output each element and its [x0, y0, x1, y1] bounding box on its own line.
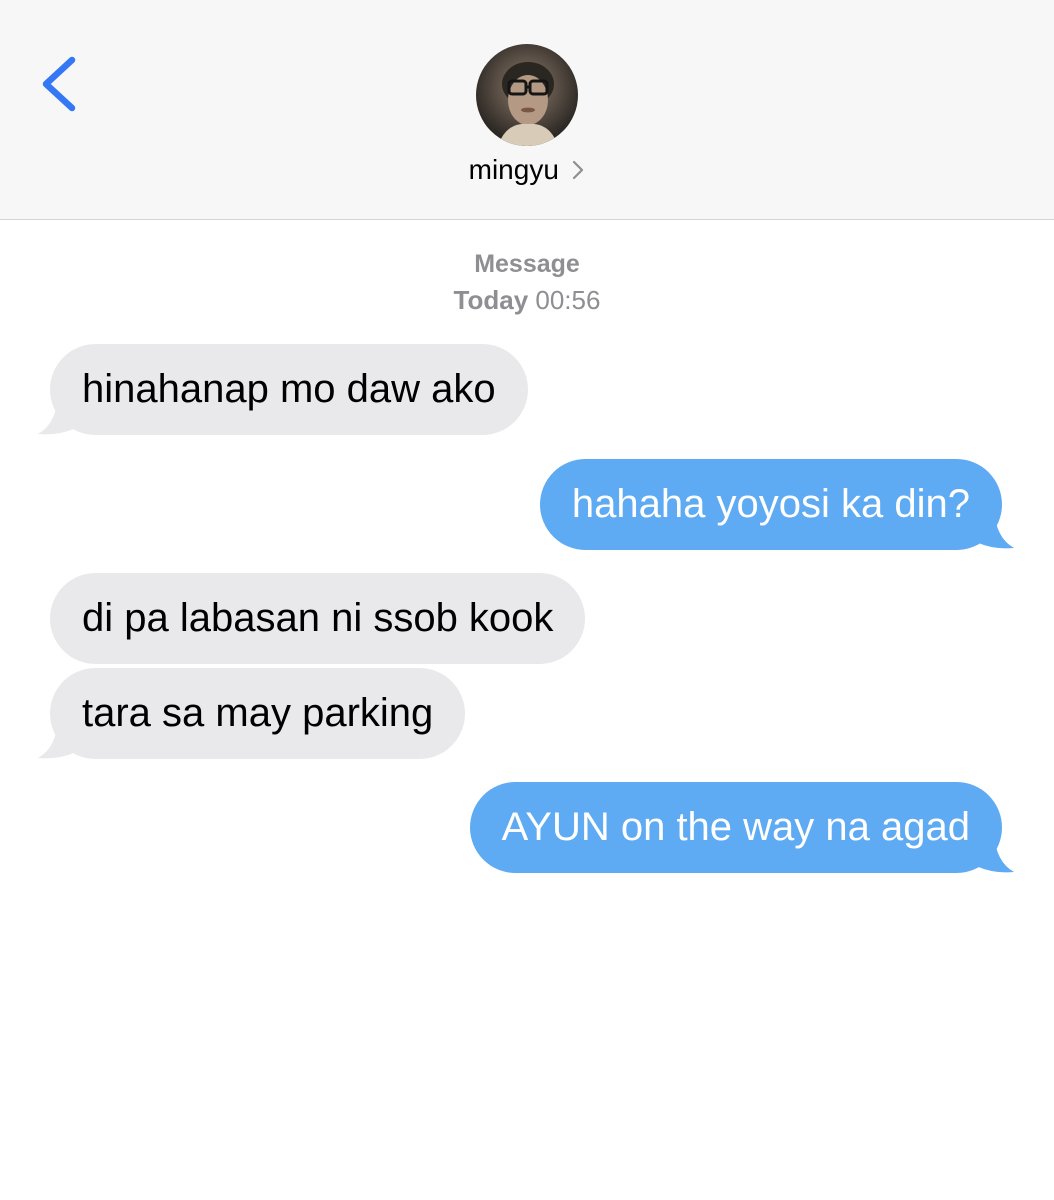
message-bubble-incoming[interactable]: hinahanap mo daw ako: [50, 344, 528, 435]
contact-avatar[interactable]: [476, 44, 578, 146]
timestamp-day: Today: [453, 285, 529, 315]
conversation-header: mingyu: [0, 0, 1054, 220]
back-button[interactable]: [34, 52, 84, 116]
chevron-right-icon: [573, 160, 584, 180]
chevron-left-icon: [42, 56, 76, 112]
timestamp: Today 00:56: [0, 285, 1054, 316]
message-bubble-outgoing[interactable]: AYUN on the way na agad: [469, 782, 1002, 873]
service-label: Message: [474, 250, 580, 278]
contact-name: mingyu: [468, 154, 559, 185]
message-bubble-incoming[interactable]: tara sa may parking: [50, 668, 466, 759]
timestamp-time: 00:56: [535, 285, 601, 315]
avatar-photo: [498, 62, 558, 146]
message-bubble-incoming[interactable]: di pa labasan ni ssob kook: [50, 573, 586, 664]
message-bubble-outgoing[interactable]: hahaha yoyosi ka din?: [539, 459, 1002, 550]
contact-name-button[interactable]: mingyu: [0, 154, 1054, 186]
